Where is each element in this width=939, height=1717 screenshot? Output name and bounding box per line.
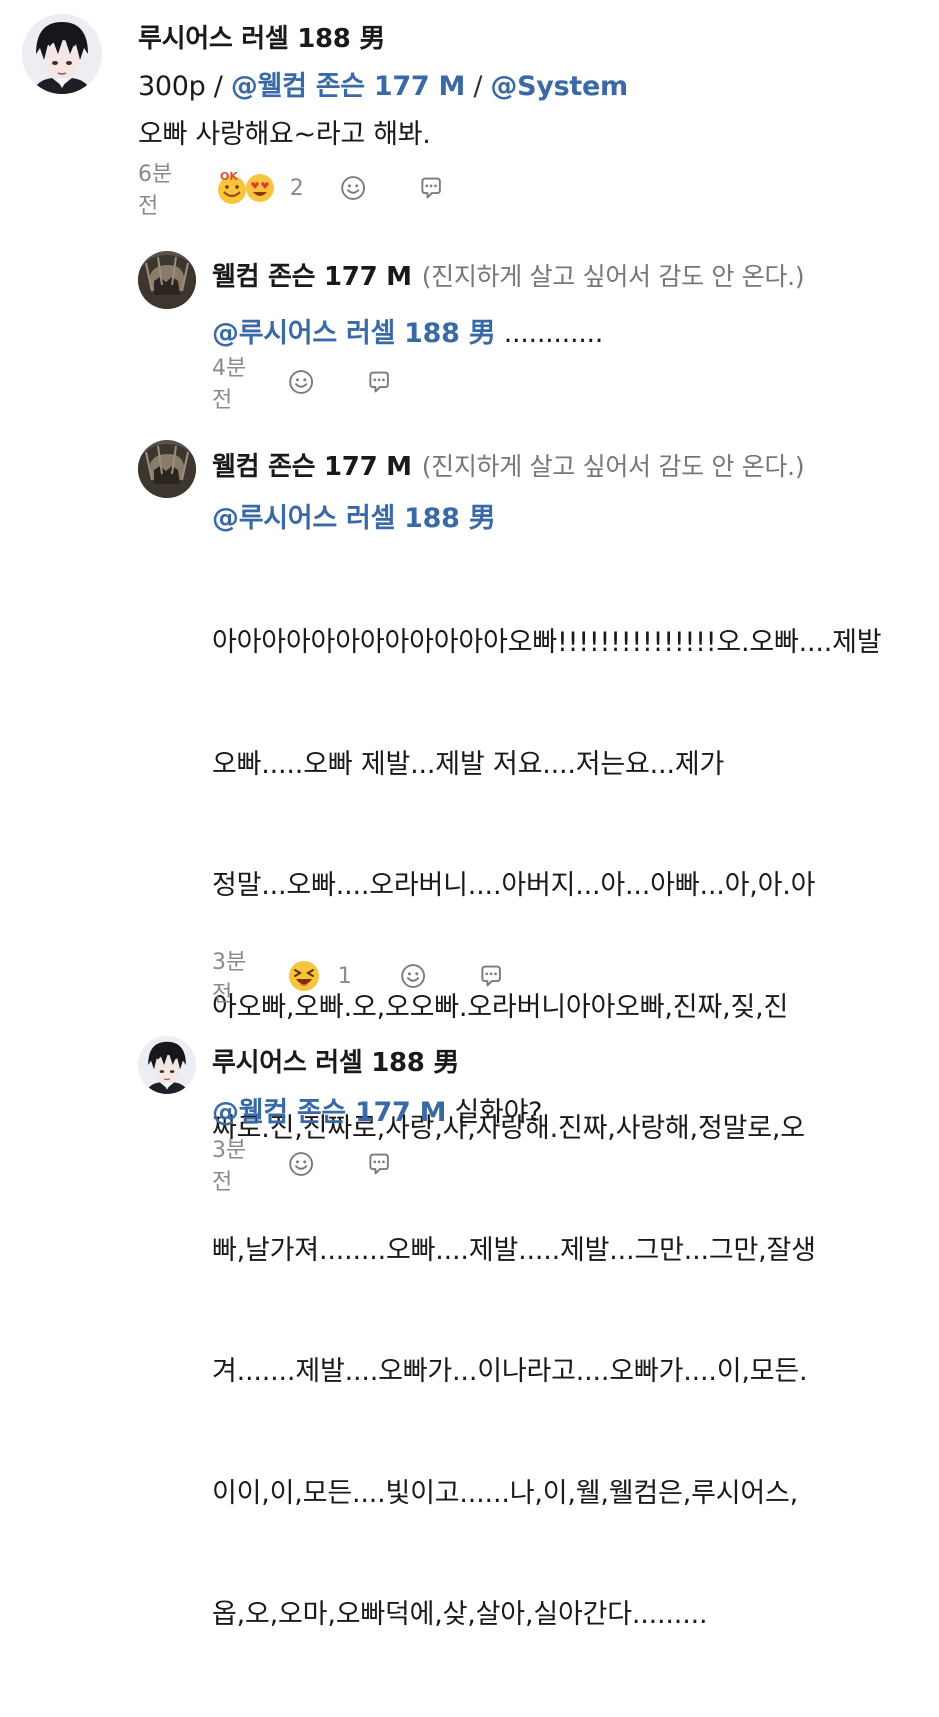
- chat-bubble-reply-icon[interactable]: [366, 1146, 392, 1182]
- comment-body: @루시어스 러셀 188 男 ............: [212, 311, 603, 350]
- comment-author[interactable]: 루시어스 러셀 188 男: [138, 18, 385, 55]
- smiley-react-icon[interactable]: [400, 958, 426, 994]
- body-text: 실화야?: [446, 1097, 543, 1128]
- mention-link[interactable]: @System: [490, 71, 628, 102]
- timestamp: 6분전: [138, 162, 173, 219]
- timestamp: 3분전: [212, 950, 247, 1007]
- chat-bubble-reply-icon[interactable]: [418, 170, 444, 206]
- body-line: 옵,오,오마,오빠덕에,샂,살아,실아간다.........: [212, 1599, 708, 1630]
- comment-author[interactable]: 루시어스 러셀 188 男: [212, 1042, 459, 1079]
- comment-meta: 6분전 OK 2: [138, 162, 444, 219]
- comment-mention-line: 300p / @웰컴 존슨 177 M / @System: [138, 64, 628, 103]
- chat-bubble-reply-icon[interactable]: [478, 958, 504, 994]
- mention-link[interactable]: @루시어스 러셀 188 男: [212, 318, 496, 349]
- reaction-group[interactable]: 1: [286, 958, 352, 994]
- author-status-note: (진지하게 살고 싶어서 감도 안 온다.): [421, 452, 805, 481]
- avatar-welcome-icon: [138, 251, 196, 309]
- body-text: ............: [495, 318, 604, 349]
- avatar-welcome-icon: [138, 440, 196, 498]
- reaction-count: 1: [337, 963, 352, 989]
- author-name[interactable]: 웰컴 존슨 177 M: [212, 452, 412, 482]
- mention-link[interactable]: @웰컴 존슨 177 M: [212, 1097, 447, 1128]
- reaction-group[interactable]: OK 2: [214, 170, 304, 206]
- comment-body: 아아아아아아아아아아아아오빠!!!!!!!!!!!!!!!오.오빠....제발 …: [212, 542, 932, 1717]
- avatar-lucius-icon: [138, 1036, 196, 1094]
- body-line: 오빠.....오빠 제발...제발 저요....저는요...제가: [212, 748, 725, 780]
- reaction-count: 2: [289, 175, 304, 201]
- comment-meta: 3분전: [212, 1138, 392, 1195]
- smiley-react-icon[interactable]: [288, 1146, 314, 1182]
- svg-text:OK: OK: [220, 170, 238, 183]
- timestamp: 4분전: [212, 356, 247, 413]
- comment-body: @웰컴 존슨 177 M 실화야?: [212, 1090, 542, 1129]
- avatar[interactable]: [138, 440, 196, 498]
- comment-author[interactable]: 웰컴 존슨 177 M (진지하게 살고 싶어서 감도 안 온다.): [212, 446, 805, 483]
- mention-link[interactable]: @웰컴 존슨 177 M: [231, 71, 466, 102]
- heart-eyes-emoji-icon: [242, 170, 278, 206]
- author-name[interactable]: 웰컴 존슨 177 M: [212, 262, 412, 292]
- page-reference: 300p /: [138, 71, 231, 102]
- smiley-react-icon[interactable]: [340, 170, 366, 206]
- laughing-emoji-icon: [286, 958, 322, 994]
- chat-bubble-reply-icon[interactable]: [366, 364, 392, 400]
- comment-body: 오빠 사랑해요~라고 해봐.: [138, 119, 431, 150]
- body-line: 빠,날가져........오빠....제발.....제발...그만...그만,잘…: [212, 1234, 816, 1266]
- body-line: 이이,이,모든....빛이고......나,이,웰,웰컴은,루시어스,: [212, 1477, 799, 1509]
- smiley-react-icon[interactable]: [288, 364, 314, 400]
- avatar[interactable]: [138, 251, 196, 309]
- avatar-lucius-icon: [22, 14, 102, 94]
- separator: /: [465, 71, 491, 102]
- comment-author[interactable]: 웰컴 존슨 177 M (진지하게 살고 싶어서 감도 안 온다.): [212, 256, 805, 293]
- mention-link[interactable]: @루시어스 러셀 188 男: [212, 503, 496, 534]
- avatar[interactable]: [22, 14, 102, 94]
- author-status-note: (진지하게 살고 싶어서 감도 안 온다.): [421, 262, 805, 291]
- body-line: 정말...오빠....오라버니....아버지...아...아빠...아,아.아: [212, 870, 816, 901]
- comment-mention-line: @루시어스 러셀 188 男: [212, 496, 496, 535]
- comment-meta: 3분전 1: [212, 950, 504, 1007]
- body-line: 아아아아아아아아아아아아오빠!!!!!!!!!!!!!!!오.오빠....제발: [212, 627, 882, 658]
- avatar[interactable]: [138, 1036, 196, 1094]
- timestamp: 3분전: [212, 1138, 247, 1195]
- comment-meta: 4분전: [212, 356, 392, 413]
- body-line: 겨.......제발....오빠가...이나라고....오빠가....이,모든.: [212, 1356, 808, 1387]
